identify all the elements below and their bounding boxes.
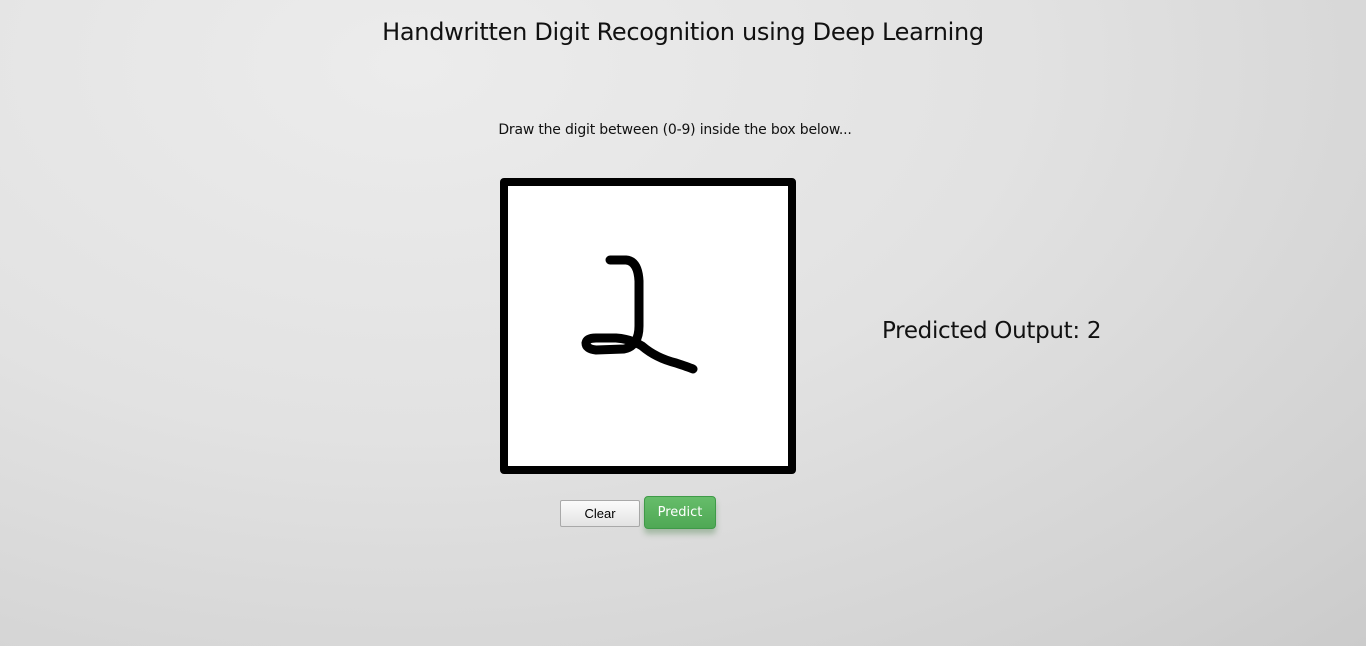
predict-button[interactable]: Predict (644, 496, 716, 529)
clear-button[interactable]: Clear (560, 500, 640, 527)
instruction-text: Draw the digit between (0-9) inside the … (498, 122, 852, 138)
handwritten-stroke (581, 255, 698, 374)
predicted-output: Predicted Output: 2 (882, 318, 1102, 344)
drawing-canvas[interactable] (500, 178, 796, 474)
page-title: Handwritten Digit Recognition using Deep… (382, 18, 984, 46)
